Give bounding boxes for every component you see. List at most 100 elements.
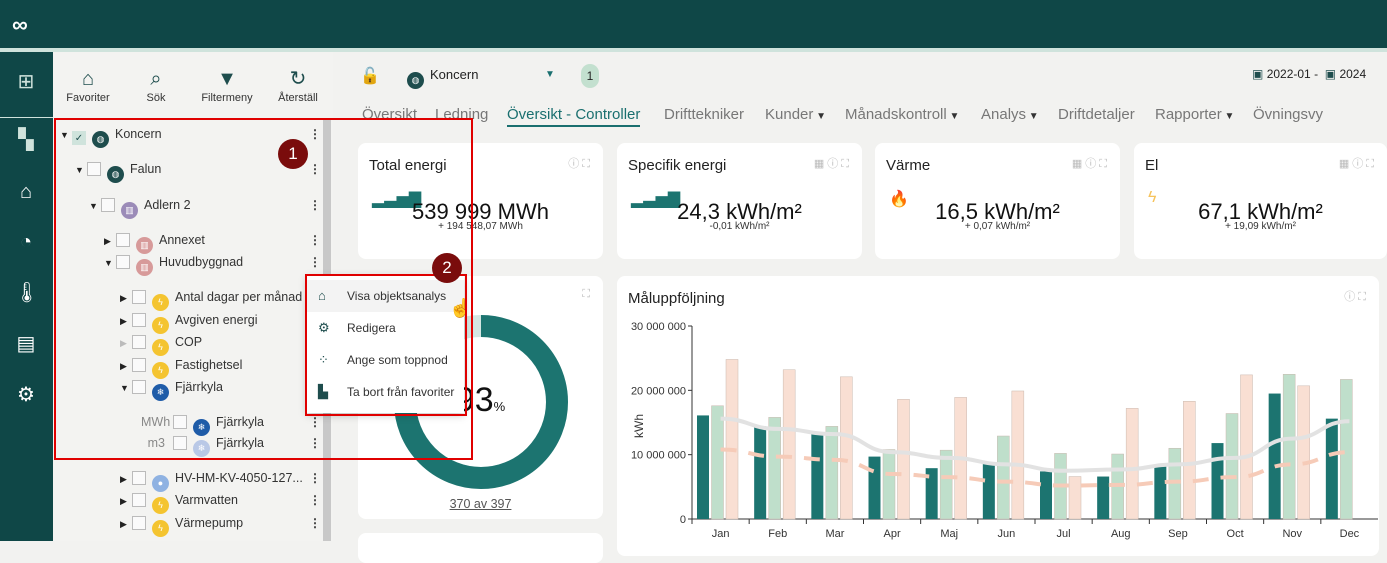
- annotation-badge-1: 1: [278, 139, 308, 169]
- bar: [982, 463, 995, 519]
- node-selector[interactable]: ◍ Koncern ▼: [407, 66, 557, 89]
- bar: [1097, 476, 1110, 519]
- y-tick-label: 0: [680, 514, 686, 526]
- bar: [1040, 471, 1052, 519]
- x-tick-label: Apr: [884, 528, 901, 540]
- bar: [782, 369, 796, 520]
- donut-unit: %: [493, 399, 506, 414]
- tab-label: Drifttekniker: [664, 106, 745, 123]
- tab-5[interactable]: Månadskontroll ▼: [845, 106, 959, 123]
- date-range[interactable]: ▣ 2022-01 - ▣ 2024: [1252, 67, 1366, 81]
- bar: [768, 417, 781, 520]
- kpi-action-icons[interactable]: ⓘ⛶: [568, 155, 593, 171]
- divider: [0, 117, 53, 118]
- search-button[interactable]: ⌕ Sök: [121, 66, 191, 104]
- x-tick-label: Aug: [1111, 528, 1131, 540]
- y-tick-label: 30 000 000: [631, 321, 686, 333]
- globe-icon: ◍: [407, 72, 424, 89]
- caret-right-icon[interactable]: ▶: [120, 491, 132, 511]
- bar: [1240, 374, 1253, 520]
- kpi-action-icons[interactable]: ▦ⓘ⛶: [1339, 155, 1377, 171]
- more-icon[interactable]: ⋮: [309, 493, 321, 507]
- bar: [1068, 476, 1082, 520]
- date-separator: -: [1314, 67, 1319, 81]
- bar: [840, 376, 853, 520]
- dashboard-icon[interactable]: ▚: [14, 128, 38, 152]
- energy-icon: ϟ: [152, 497, 169, 514]
- building-settings-icon[interactable]: ⚙: [14, 383, 38, 407]
- tab-4[interactable]: Kunder ▼: [765, 106, 826, 123]
- tab-3[interactable]: Drifttekniker: [664, 106, 744, 123]
- bar: [697, 415, 709, 519]
- bar: [997, 435, 1010, 520]
- caret-right-icon[interactable]: ▶: [120, 514, 132, 534]
- reset-icon: ↻: [289, 68, 307, 90]
- date-from: 2022-01: [1266, 67, 1311, 81]
- gauge-icon[interactable]: ◔: [14, 230, 38, 254]
- bar: [1282, 374, 1296, 520]
- tree-item[interactable]: ▶ ● HV-HM-KV-4050-127...: [120, 468, 303, 492]
- bar: [1125, 408, 1139, 520]
- chart: 0 10 000 000 20 000 000 30 000 000 kWh Jan Feb…: [631, 321, 1378, 540]
- x-tick-label: Oct: [1227, 528, 1244, 540]
- tree-item[interactable]: ▶ ϟ Värmepump: [120, 513, 243, 537]
- caret-right-icon[interactable]: ▶: [120, 469, 132, 489]
- filter-button[interactable]: ▼ Filtermeny: [192, 66, 262, 104]
- tree-item[interactable]: ▶ ϟ Varmvatten: [120, 490, 238, 514]
- thermometer-icon[interactable]: 🌡: [14, 281, 39, 305]
- tab-label: Rapporter: [1155, 106, 1222, 123]
- donut-caption-link[interactable]: 370 av 397: [358, 497, 603, 511]
- tab-2[interactable]: Översikt - Controller: [507, 106, 641, 127]
- dropdown-caret-icon: ▼: [1221, 111, 1235, 122]
- checkbox[interactable]: [132, 516, 146, 530]
- infinity-logo[interactable]: ∞: [12, 12, 28, 38]
- tab-label: Kunder: [765, 106, 814, 123]
- kpi-title: Värme: [886, 157, 931, 174]
- bar: [754, 426, 767, 519]
- count-badge[interactable]: 1: [581, 64, 599, 88]
- filter-icon: ▼: [217, 68, 237, 90]
- favorites-label: Favoriter: [66, 92, 110, 104]
- favorites-button[interactable]: ⌂ Favoriter: [53, 66, 123, 104]
- report-icon[interactable]: ▤: [14, 332, 38, 356]
- tree-item-label: HV-HM-KV-4050-127...: [175, 471, 303, 485]
- bar: [1211, 443, 1224, 519]
- kpi-card: El ▦ⓘ⛶ ϟ 67,1 kWh/m² + 19,09 kWh/m²: [1134, 143, 1387, 259]
- tab-label: Övningsvy: [1253, 106, 1324, 123]
- bar: [711, 405, 724, 520]
- x-tick-label: Maj: [940, 528, 958, 540]
- bar: [1183, 401, 1196, 520]
- search-icon: ⌕: [150, 68, 162, 90]
- y-axis-label: kWh: [632, 414, 646, 438]
- more-icon[interactable]: ⋮: [309, 516, 321, 530]
- tab-8[interactable]: Rapporter ▼: [1155, 106, 1234, 123]
- tree-item-label: Varmvatten: [175, 493, 238, 507]
- tab-9[interactable]: Övningsvy: [1253, 106, 1323, 123]
- y-tick-label: 10 000 000: [631, 450, 686, 462]
- reset-button[interactable]: ↻ Återställ: [263, 66, 333, 104]
- date-to: 2024: [1339, 67, 1367, 81]
- tab-label: Översikt - Controller: [507, 106, 641, 123]
- kpi-action-icons[interactable]: ▦ⓘ⛶: [814, 155, 852, 171]
- kpi-card: Specifik energi ▦ⓘ⛶ ▂▃▅▇ 24,3 kWh/m² -0,01 k…: [617, 143, 862, 259]
- kpi-action-icons[interactable]: ▦ⓘ⛶: [1072, 155, 1110, 171]
- card: [358, 533, 603, 563]
- tree-icon[interactable]: ⊞: [14, 70, 38, 94]
- x-tick-label: Jun: [998, 528, 1016, 540]
- bar: [825, 426, 839, 520]
- lock-icon[interactable]: 🔓: [360, 66, 380, 86]
- bar: [939, 449, 953, 520]
- more-icon[interactable]: ⋮: [309, 471, 321, 485]
- tab-6[interactable]: Analys ▼: [981, 106, 1039, 123]
- x-tick-label: Jan: [712, 528, 730, 540]
- dropdown-caret-icon: ▼: [946, 111, 960, 122]
- bar: [1268, 393, 1281, 519]
- checkbox[interactable]: [132, 493, 146, 507]
- annotation-box-2: [305, 274, 467, 416]
- energy-icon: ϟ: [152, 520, 169, 537]
- tab-7[interactable]: Driftdetaljer: [1058, 106, 1135, 123]
- building-icon[interactable]: ⌂: [14, 180, 38, 204]
- expand-icon[interactable]: ⛶: [582, 288, 593, 301]
- checkbox[interactable]: [132, 471, 146, 485]
- kpi-delta: + 0,07 kWh/m²: [964, 221, 1031, 232]
